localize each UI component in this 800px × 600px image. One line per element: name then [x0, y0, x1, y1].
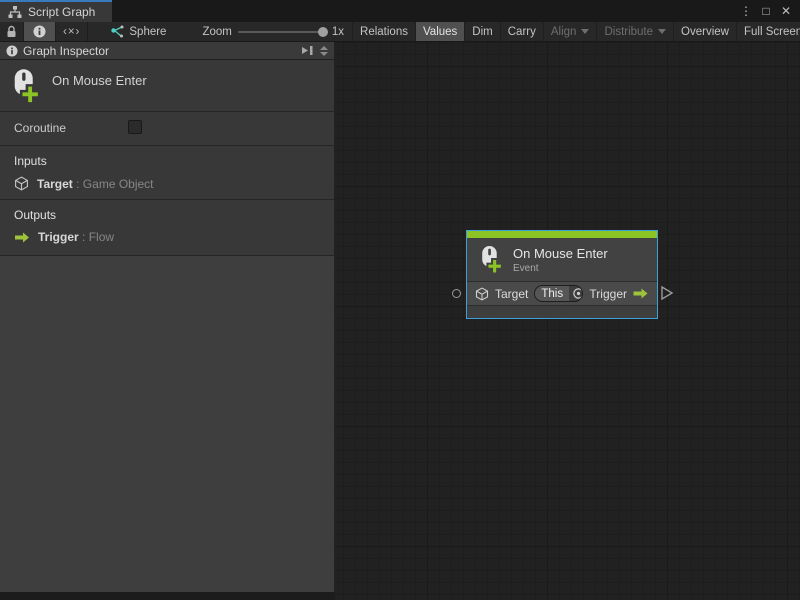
script-graph-icon	[8, 6, 22, 18]
node-ports-row: Target This Trigger	[467, 282, 657, 306]
overview-button[interactable]: Overview	[674, 22, 737, 41]
mouse-event-icon	[8, 68, 42, 104]
outputs-header: Outputs	[14, 208, 334, 222]
values-button[interactable]: Values	[416, 22, 465, 41]
tab-bar: Script Graph ⋮ □ ✕	[0, 0, 800, 22]
mouse-event-icon	[477, 245, 504, 274]
graph-object-label: Sphere	[129, 26, 166, 38]
arrow-up-icon	[320, 46, 328, 50]
inspector-toggle-button[interactable]	[24, 22, 56, 41]
input-port-type: : Game Object	[76, 177, 153, 191]
on-mouse-enter-node[interactable]: On Mouse Enter Event Target This	[466, 230, 658, 319]
unit-title-section: On Mouse Enter	[0, 60, 334, 112]
coroutine-checkbox[interactable]	[128, 120, 142, 134]
distribute-label: Distribute	[604, 26, 653, 38]
node-target-label: Target	[495, 287, 528, 301]
output-port-row: Trigger : Flow	[14, 230, 334, 244]
coroutine-row: Coroutine	[0, 112, 334, 146]
chevron-down-icon	[658, 29, 666, 34]
maximize-icon[interactable]: □	[758, 3, 774, 19]
tab-script-graph[interactable]: Script Graph	[0, 0, 112, 22]
node-input-port[interactable]	[452, 289, 461, 298]
node-event-accent-bar	[467, 231, 657, 238]
input-port-name: Target	[37, 177, 73, 191]
align-dropdown[interactable]: Align	[544, 22, 598, 41]
coroutine-label: Coroutine	[14, 121, 66, 135]
zoom-control: Zoom 1x	[176, 22, 352, 41]
panel-bottom-edge	[0, 592, 335, 600]
node-output-port[interactable]	[660, 285, 674, 301]
lock-icon	[6, 25, 17, 38]
info-icon	[33, 25, 46, 38]
inputs-section: Inputs Target : Game Object	[0, 146, 334, 200]
toolbar-toggle-group: Relations Values Dim Carry Align Distrib…	[352, 22, 800, 41]
graph-inspector-panel: Graph Inspector	[0, 42, 335, 592]
script-graph-window: Script Graph ⋮ □ ✕	[0, 0, 800, 600]
node-header: On Mouse Enter Event	[467, 238, 657, 282]
panel-scrubber[interactable]	[320, 46, 328, 56]
dim-button[interactable]: Dim	[465, 22, 500, 41]
node-title: On Mouse Enter	[513, 246, 608, 261]
input-port-row: Target : Game Object	[14, 176, 334, 191]
code-icon: ‹×›	[63, 26, 80, 38]
code-view-button[interactable]: ‹×›	[56, 22, 88, 41]
graph-toolbar: ‹×› Sphere Zoom 1x Relations Values	[0, 22, 800, 42]
align-label: Align	[551, 26, 577, 38]
object-picker-icon[interactable]	[569, 286, 583, 301]
full-screen-button[interactable]: Full Screen	[737, 22, 800, 41]
cube-icon	[475, 287, 489, 301]
node-footer	[467, 306, 657, 318]
node-trigger-label: Trigger	[589, 287, 627, 301]
relations-button[interactable]: Relations	[352, 22, 416, 41]
inspector-header: Graph Inspector	[0, 42, 334, 60]
zoom-slider[interactable]	[238, 31, 326, 33]
zoom-label: Zoom	[202, 26, 231, 38]
left-column: Graph Inspector	[0, 42, 335, 600]
outputs-section: Outputs Trigger : Flow	[0, 200, 334, 256]
zoom-slider-handle[interactable]	[318, 27, 328, 37]
node-subtitle: Event	[513, 263, 608, 274]
info-icon	[6, 45, 18, 57]
inputs-header: Inputs	[14, 154, 334, 168]
target-value-field[interactable]: This	[534, 285, 583, 302]
target-value: This	[535, 286, 569, 301]
graph-object-group[interactable]: Sphere	[88, 22, 176, 41]
window-menu-icon[interactable]: ⋮	[738, 3, 754, 19]
cube-icon	[14, 176, 29, 191]
close-icon[interactable]: ✕	[778, 3, 794, 19]
flow-arrow-icon	[14, 231, 30, 244]
carry-button[interactable]: Carry	[501, 22, 544, 41]
inspector-empty-area	[0, 256, 334, 592]
content-area: Graph Inspector	[0, 42, 800, 600]
chevron-down-icon	[581, 29, 589, 34]
output-port-type: : Flow	[82, 230, 114, 244]
unit-title: On Mouse Enter	[52, 73, 147, 88]
graph-canvas[interactable]: On Mouse Enter Event Target This	[335, 42, 800, 600]
flow-arrow-icon	[632, 287, 649, 300]
window-controls: ⋮ □ ✕	[738, 0, 800, 22]
graph-node-icon	[110, 25, 124, 38]
arrow-down-icon	[320, 52, 328, 56]
output-port-name: Trigger	[38, 230, 79, 244]
dock-panel-icon[interactable]	[301, 45, 314, 56]
inspector-title: Graph Inspector	[23, 44, 109, 58]
distribute-dropdown[interactable]: Distribute	[597, 22, 674, 41]
lock-button[interactable]	[0, 22, 24, 41]
zoom-value: 1x	[332, 26, 344, 38]
tab-title: Script Graph	[28, 5, 95, 19]
